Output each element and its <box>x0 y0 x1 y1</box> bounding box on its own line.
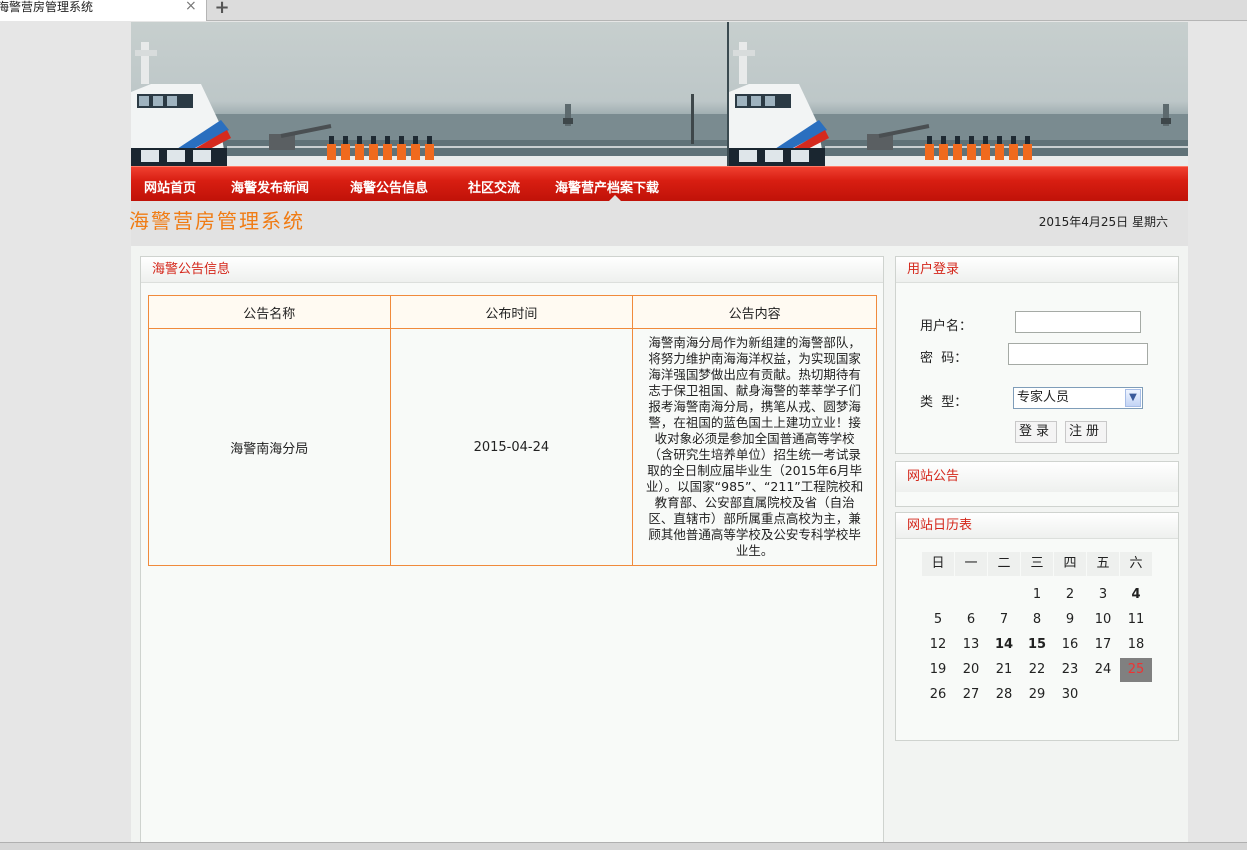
login-panel: 用户登录 用户名： 密 码： 类 型： 专家人员 ▼ 登录 注册 <box>895 256 1179 454</box>
calendar-day[interactable]: 22 <box>1021 658 1053 682</box>
calendar-panel: 网站日历表 日一二三四五六 1 2 3 4 5 6 7 8 9 10 11 12 13 14 15 16 17 18… <box>895 512 1179 741</box>
calendar-day[interactable]: 10 <box>1087 608 1119 632</box>
calendar-weekday: 六 <box>1120 552 1152 576</box>
announcement-panel: 海警公告信息 公告名称 公布时间 公告内容 海警南海分局 2015-04-24 … <box>140 256 884 850</box>
calendar-day[interactable]: 5 <box>922 608 954 632</box>
calendar-weekday: 四 <box>1054 552 1086 576</box>
banner-image <box>131 22 1188 166</box>
calendar-weekday: 日 <box>922 552 954 576</box>
calendar-panel-title: 网站日历表 <box>896 513 1178 539</box>
calendar-day[interactable]: 7 <box>988 608 1020 632</box>
calendar-day[interactable]: 29 <box>1021 683 1053 707</box>
username-input[interactable] <box>1015 311 1141 333</box>
user-type-selected-value: 专家人员 <box>1017 390 1070 405</box>
calendar-day[interactable]: 24 <box>1087 658 1119 682</box>
password-input[interactable] <box>1008 343 1148 365</box>
calendar-day[interactable]: 17 <box>1087 633 1119 657</box>
browser-tab-strip: 海警营房管理系统 × + <box>0 0 1247 21</box>
nav-item-home[interactable]: 网站首页 <box>144 177 196 196</box>
browser-tab[interactable]: 海警营房管理系统 × <box>0 0 207 21</box>
site-title: 海警营房管理系统 <box>129 209 305 233</box>
column-header-date: 公布时间 <box>389 295 634 329</box>
main-nav: 网站首页 海警发布新闻 海警公告信息 社区交流 海警营产档案下载 <box>131 166 1188 202</box>
table-row: 海警南海分局 2015-04-24 海警南海分局作为新组建的海警部队，将努力维护… <box>148 328 877 566</box>
calendar-day[interactable]: 9 <box>1054 608 1086 632</box>
password-label: 密 码： <box>920 351 968 366</box>
calendar-day[interactable]: 16 <box>1054 633 1086 657</box>
calendar-day[interactable]: 11 <box>1120 608 1152 632</box>
title-strip: 海警营房管理系统 2015年4月25日 星期六 <box>129 201 1188 246</box>
calendar-day[interactable]: 20 <box>955 658 987 682</box>
calendar-day[interactable]: 1 <box>1021 583 1053 607</box>
nav-item-community[interactable]: 社区交流 <box>468 177 520 196</box>
nav-item-archive-download[interactable]: 海警营产档案下载 <box>555 177 659 196</box>
announcement-date: 2015-04-24 <box>389 328 634 566</box>
close-tab-icon[interactable]: × <box>185 0 197 13</box>
announcement-panel-title: 海警公告信息 <box>141 257 883 283</box>
calendar-day[interactable]: 15 <box>1021 633 1053 657</box>
calendar-day[interactable]: 19 <box>922 658 954 682</box>
chevron-down-icon[interactable]: ▼ <box>1125 389 1141 407</box>
page-container: 网站首页 海警发布新闻 海警公告信息 社区交流 海警营产档案下载 海警营房管理系… <box>129 22 1188 850</box>
login-panel-title: 用户登录 <box>896 257 1178 283</box>
calendar-day[interactable]: 6 <box>955 608 987 632</box>
calendar-day[interactable]: 30 <box>1054 683 1086 707</box>
calendar-day[interactable]: 2 <box>1054 583 1086 607</box>
username-label: 用户名： <box>920 319 973 334</box>
browser-status-bar <box>0 842 1247 850</box>
calendar-weekday: 二 <box>988 552 1020 576</box>
calendar-day[interactable]: 3 <box>1087 583 1119 607</box>
calendar-day[interactable]: 26 <box>922 683 954 707</box>
calendar-day[interactable]: 23 <box>1054 658 1086 682</box>
calendar-weekday: 三 <box>1021 552 1053 576</box>
calendar-day[interactable]: 18 <box>1120 633 1152 657</box>
calendar-day[interactable]: 14 <box>988 633 1020 657</box>
calendar-day-today[interactable]: 25 <box>1120 658 1152 682</box>
login-button[interactable]: 登录 <box>1015 421 1058 443</box>
calendar-day[interactable]: 21 <box>988 658 1020 682</box>
calendar-day[interactable]: 8 <box>1021 608 1053 632</box>
new-tab-icon[interactable]: + <box>208 0 236 20</box>
column-header-content: 公告内容 <box>632 295 877 329</box>
announcement-name: 海警南海分局 <box>148 328 391 566</box>
nav-item-news[interactable]: 海警发布新闻 <box>231 177 309 196</box>
register-button[interactable]: 注册 <box>1065 421 1108 443</box>
column-header-name: 公告名称 <box>148 295 391 329</box>
calendar-weekday: 一 <box>955 552 987 576</box>
announcement-content: 海警南海分局作为新组建的海警部队，将努力维护南海海洋权益，为实现国家海洋强国梦做… <box>632 328 877 566</box>
announcement-table: 公告名称 公布时间 公告内容 海警南海分局 2015-04-24 海警南海分局作… <box>148 295 877 566</box>
calendar-day[interactable]: 13 <box>955 633 987 657</box>
user-type-select[interactable]: 专家人员 ▼ <box>1013 387 1143 409</box>
calendar-weekday: 五 <box>1087 552 1119 576</box>
calendar-day[interactable]: 12 <box>922 633 954 657</box>
calendar-day[interactable]: 4 <box>1120 583 1152 607</box>
calendar-day[interactable]: 27 <box>955 683 987 707</box>
calendar-day[interactable]: 28 <box>988 683 1020 707</box>
current-date: 2015年4月25日 星期六 <box>1038 215 1168 229</box>
site-notice-title: 网站公告 <box>896 462 1178 492</box>
banner-ship-illustration <box>131 22 1188 166</box>
site-notice-panel: 网站公告 <box>895 461 1179 507</box>
user-type-label: 类 型： <box>920 395 968 410</box>
browser-tab-title: 海警营房管理系统 <box>0 0 94 14</box>
nav-item-announcements[interactable]: 海警公告信息 <box>350 177 428 196</box>
